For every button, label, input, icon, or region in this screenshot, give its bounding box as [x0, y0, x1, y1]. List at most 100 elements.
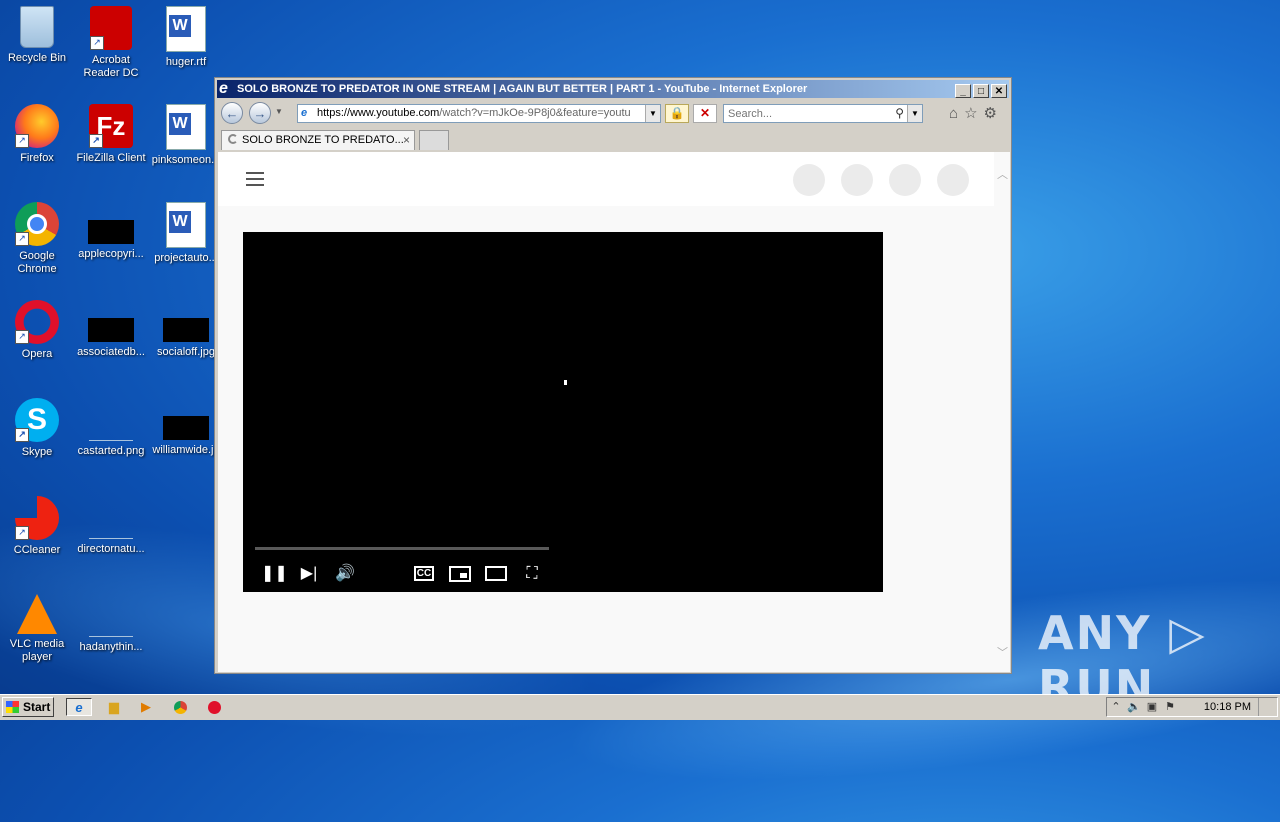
taskbar: Start e ▆ ▶ ⌃ 🔈 ▣ ⚑ 10:18 PM [0, 694, 1280, 720]
desktop-icon-directornatu[interactable]: directornatu... [74, 496, 148, 556]
taskbar-ie-icon[interactable]: e [66, 698, 92, 716]
back-button[interactable]: ← [221, 102, 243, 124]
desktop-icon-google-chrome[interactable]: ↗ Google Chrome [0, 202, 74, 276]
tab-bar: SOLO BRONZE TO PREDATO... × [217, 128, 1009, 152]
video-player[interactable]: ❚❚ ▶| 🔊 CC ⛶ [243, 232, 883, 592]
vertical-scrollbar[interactable]: ︿ ﹀ [994, 152, 1010, 672]
start-button[interactable]: Start [2, 697, 54, 717]
ie-logo-icon: e [219, 80, 228, 97]
header-placeholder-icon[interactable] [841, 164, 873, 196]
scroll-up-icon[interactable]: ︿ [997, 166, 1008, 182]
toolbar-icons: ⌂☆⚙ [949, 104, 1003, 122]
next-button[interactable]: ▶| [297, 564, 321, 584]
desktop-icon-associatedb[interactable]: associatedb... [74, 300, 148, 359]
network-tray-icon[interactable]: ▣ [1143, 698, 1161, 716]
skype-icon: S ↗ [15, 398, 59, 442]
taskbar-opera-icon[interactable] [204, 698, 224, 716]
clock[interactable]: 10:18 PM [1204, 698, 1251, 716]
word-document-icon [166, 104, 206, 150]
word-document-icon [166, 6, 206, 52]
desktop-icon-skype[interactable]: S ↗ Skype [0, 398, 74, 459]
header-placeholder-icon[interactable] [937, 164, 969, 196]
image-thumbnail-icon [89, 416, 133, 441]
file-thumbnail-icon [88, 318, 134, 342]
menu-hamburger-icon[interactable] [246, 172, 264, 186]
desktop-icon-filezilla[interactable]: Fz ↗ FileZilla Client [74, 104, 148, 165]
desktop-icon-williamwide[interactable]: williamwide.jp [149, 398, 223, 457]
tab-youtube[interactable]: SOLO BRONZE TO PREDATO... × [221, 130, 415, 150]
header-placeholder-icon[interactable] [793, 164, 825, 196]
favorites-star-icon[interactable]: ☆ [964, 105, 983, 122]
loading-spinner-icon [228, 134, 238, 144]
image-thumbnail-icon [163, 318, 209, 342]
show-desktop-button[interactable] [1258, 698, 1277, 716]
desktop-icon-recycle-bin[interactable]: Recycle Bin [0, 6, 74, 65]
tray-expand-icon[interactable]: ⌃ [1107, 698, 1125, 716]
file-thumbnail-icon [89, 514, 133, 539]
navigation-bar: ← → ▼ e https://www.youtube.com/watch?v=m… [217, 100, 1009, 128]
desktop-icon-castarted[interactable]: castarted.png [74, 398, 148, 458]
captions-button[interactable]: CC [412, 564, 436, 584]
address-path: /watch?v=mJkOe-9P8j0&feature=youtu [439, 107, 631, 119]
desktop-icon-socialoff[interactable]: socialoff.jpg [149, 300, 223, 359]
web-page-content: ❚❚ ▶| 🔊 CC ⛶ ︿ ﹀ [218, 152, 1010, 672]
maximize-button[interactable]: □ [973, 84, 989, 98]
fullscreen-button[interactable]: ⛶ [520, 564, 544, 584]
action-center-flag-icon[interactable]: ⚑ [1161, 698, 1179, 716]
minimize-button[interactable]: _ [955, 84, 971, 98]
lock-icon[interactable]: 🔒 [665, 104, 689, 123]
desktop-icon-opera[interactable]: ↗ Opera [0, 300, 74, 361]
address-dropdown-icon[interactable]: ▼ [645, 105, 660, 122]
taskbar-chrome-icon[interactable] [170, 698, 190, 716]
opera-icon: ↗ [15, 300, 59, 344]
settings-gear-icon[interactable]: ⚙ [984, 105, 1003, 122]
acrobat-icon: ↗ [90, 6, 132, 50]
youtube-header [218, 152, 994, 206]
recent-pages-dropdown-icon[interactable]: ▼ [275, 107, 283, 116]
desktop-icon-vlc[interactable]: VLC media player [0, 594, 74, 664]
desktop-icon-applecopyri[interactable]: applecopyri... [74, 202, 148, 261]
desktop-icon-projectauto[interactable]: projectauto... [149, 202, 223, 265]
window-controls: _ □ ✕ [953, 82, 1007, 98]
desktop-icon-huger-rtf[interactable]: huger.rtf [149, 6, 223, 69]
desktop-icon-acrobat[interactable]: ↗ Acrobat Reader DC [74, 6, 148, 80]
file-thumbnail-icon [89, 612, 133, 637]
close-button[interactable]: ✕ [991, 84, 1007, 98]
forward-button[interactable]: → [249, 102, 271, 124]
pause-button[interactable]: ❚❚ [261, 564, 288, 584]
recycle-bin-icon [20, 6, 54, 48]
image-thumbnail-icon [163, 416, 209, 440]
header-placeholder-icon[interactable] [889, 164, 921, 196]
window-title-bar[interactable]: e SOLO BRONZE TO PREDATOR IN ONE STREAM |… [217, 80, 1009, 98]
filezilla-icon: Fz ↗ [89, 104, 133, 148]
address-bar[interactable]: e https://www.youtube.com/watch?v=mJkOe-9… [297, 104, 661, 123]
window-title: SOLO BRONZE TO PREDATOR IN ONE STREAM | … [237, 83, 808, 95]
search-icon[interactable]: ⚲ [895, 106, 904, 120]
theater-mode-button[interactable] [484, 564, 508, 584]
vlc-cone-icon [17, 594, 57, 634]
desktop-icon-hadanythin[interactable]: hadanythin... [74, 594, 148, 654]
tab-title: SOLO BRONZE TO PREDATO... [242, 134, 404, 146]
search-box[interactable]: ⚲ ▼ [723, 104, 923, 123]
taskbar-media-player-icon[interactable]: ▶ [136, 698, 156, 716]
internet-explorer-window: e SOLO BRONZE TO PREDATOR IN ONE STREAM |… [214, 77, 1012, 674]
new-tab-button[interactable] [419, 130, 449, 150]
video-progress-bar[interactable] [255, 547, 549, 550]
home-icon[interactable]: ⌂ [949, 105, 964, 122]
windows-logo-icon [6, 701, 19, 713]
search-input[interactable] [724, 105, 892, 122]
search-dropdown-icon[interactable]: ▼ [907, 105, 922, 122]
volume-icon[interactable]: 🔊 [333, 564, 357, 584]
desktop-icon-ccleaner[interactable]: ↗ CCleaner [0, 496, 74, 557]
taskbar-explorer-icon[interactable]: ▆ [104, 698, 124, 716]
desktop-icon-firefox[interactable]: ↗ Firefox [0, 104, 74, 165]
start-label: Start [23, 700, 51, 714]
address-domain: https://www.youtube.com [317, 107, 440, 119]
chrome-icon: ↗ [15, 202, 59, 246]
miniplayer-button[interactable] [448, 564, 472, 584]
tab-close-icon[interactable]: × [403, 131, 410, 150]
scroll-down-icon[interactable]: ﹀ [997, 644, 1008, 660]
volume-tray-icon[interactable]: 🔈 [1125, 698, 1143, 716]
desktop-icon-pinksomeon[interactable]: pinksomeon... [149, 104, 223, 167]
stop-button[interactable]: ✕ [693, 104, 717, 123]
